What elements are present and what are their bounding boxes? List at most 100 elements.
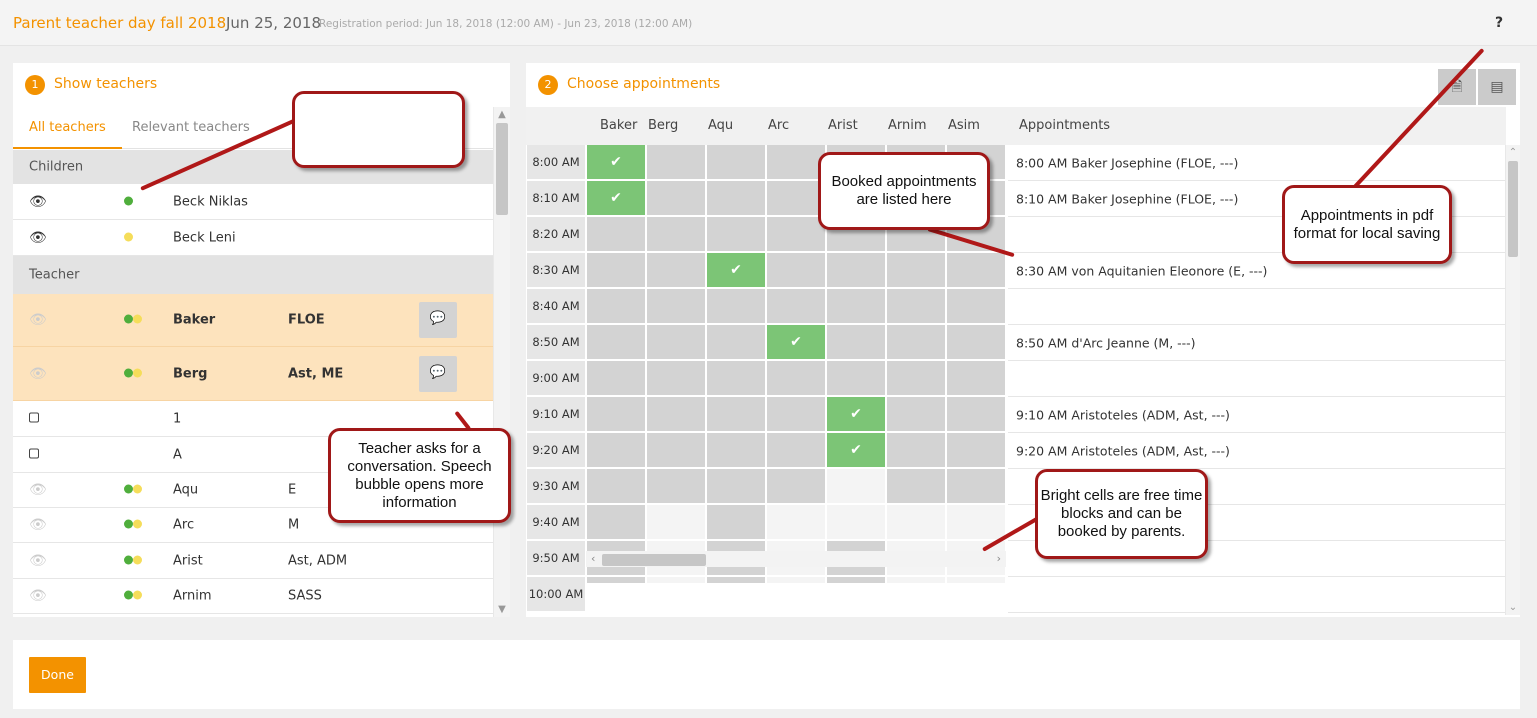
teacher-row[interactable]: 👁 Baker FLOE 💬 — [13, 294, 493, 347]
teacher-name: 1 — [173, 411, 182, 426]
booked-callout: Booked appointments are listed here — [818, 152, 990, 230]
appointment-text: 8:00 AM Baker Josephine (FLOE, ---) — [1016, 155, 1239, 170]
eye-icon[interactable]: 👁 — [29, 553, 47, 569]
speech-bubble-icon[interactable]: 💬 — [419, 302, 457, 338]
booked-slot[interactable]: ✔ — [767, 325, 825, 359]
unavailable-slot — [587, 505, 645, 539]
teacher-name: Berg — [173, 366, 208, 381]
teacher-row[interactable]: 👁 Arnim SASS — [13, 579, 493, 614]
status-dot-icon — [124, 313, 142, 328]
teacher-row[interactable]: 👁 Arist Ast, ADM — [13, 543, 493, 579]
teacher-subjects: Ast, ME — [288, 366, 344, 381]
list-scrollbar[interactable]: ▲ ▼ — [493, 107, 510, 617]
horizontal-scrollbar[interactable]: ‹ › — [586, 551, 1006, 567]
check-icon: ✔ — [730, 262, 742, 278]
status-dot-icon — [124, 553, 142, 568]
booked-slot[interactable]: ✔ — [827, 397, 885, 431]
help-button[interactable]: ? — [1495, 15, 1503, 31]
unavailable-slot — [767, 253, 825, 287]
scroll-thumb[interactable] — [602, 554, 706, 566]
list-item[interactable]: 👁 Beck Leni — [13, 220, 493, 256]
eye-icon[interactable]: 👁 — [29, 230, 47, 246]
free-slot[interactable] — [647, 505, 705, 539]
step-badge: 1 — [25, 75, 45, 95]
booked-slot[interactable]: ✔ — [707, 253, 765, 287]
unavailable-slot — [647, 145, 705, 179]
teacher-name: Arnim — [173, 588, 212, 604]
appointment-text: 9:20 AM Aristoteles (ADM, Ast, ---) — [1016, 443, 1230, 458]
unavailable-slot — [767, 361, 825, 395]
unavailable-slot — [947, 325, 1005, 359]
time-slot-label: 9:40 AM — [527, 505, 585, 539]
unavailable-slot — [647, 181, 705, 215]
unavailable-slot — [647, 469, 705, 503]
appointment-row — [1008, 577, 1505, 613]
free-slot[interactable] — [827, 505, 885, 539]
scroll-document-icon[interactable]: ▤ — [1478, 69, 1516, 105]
free-slot[interactable] — [767, 577, 825, 583]
empty-callout — [292, 91, 465, 168]
scroll-thumb[interactable] — [496, 123, 508, 215]
speech-bubble-icon[interactable]: 💬 — [419, 355, 457, 392]
time-slot-label: 9:50 AM — [527, 541, 585, 575]
unavailable-slot — [587, 253, 645, 287]
eye-icon[interactable]: 👁 — [29, 588, 47, 604]
scroll-right-icon[interactable]: › — [997, 552, 1001, 565]
eye-icon[interactable]: 👁 — [29, 194, 47, 210]
list-item[interactable]: 👁 Beck Niklas — [13, 184, 493, 220]
unavailable-slot — [827, 253, 885, 287]
eye-icon[interactable]: 👁 — [29, 366, 47, 382]
step-badge: 2 — [538, 75, 558, 95]
free-slot[interactable] — [947, 577, 1005, 583]
scroll-up-icon[interactable]: ⌃ — [1506, 147, 1520, 158]
free-slot[interactable] — [827, 469, 885, 503]
unavailable-slot — [767, 217, 825, 251]
eye-icon[interactable]: 👁 — [29, 517, 47, 533]
appointment-row: 9:20 AM Aristoteles (ADM, Ast, ---) — [1008, 433, 1505, 469]
status-dot-icon — [124, 194, 133, 209]
free-slot[interactable] — [647, 577, 705, 583]
scroll-thumb[interactable] — [1508, 161, 1518, 257]
footer: Done — [13, 640, 1520, 709]
column-header: Aqu — [708, 118, 734, 133]
booked-slot[interactable]: ✔ — [587, 181, 645, 215]
eye-icon[interactable]: 👁 — [29, 482, 47, 498]
panel-header: 2 Choose appointments — [526, 63, 1520, 107]
scroll-left-icon[interactable]: ‹ — [591, 552, 595, 565]
free-slot[interactable] — [887, 505, 945, 539]
booked-slot[interactable]: ✔ — [827, 433, 885, 467]
teacher-row[interactable]: 👁 Berg Ast, ME 💬 — [13, 347, 493, 401]
status-dot-icon — [124, 230, 133, 245]
booked-slot[interactable]: ✔ — [587, 145, 645, 179]
free-slot[interactable] — [947, 505, 1005, 539]
unavailable-slot — [947, 397, 1005, 431]
unavailable-slot — [647, 361, 705, 395]
appointment-text: 8:10 AM Baker Josephine (FLOE, ---) — [1016, 191, 1239, 206]
conversation-callout: Teacher asks for a conversation. Speech … — [328, 428, 511, 523]
event-title: Parent teacher day fall 2018 — [13, 14, 227, 32]
scroll-up-icon[interactable]: ▲ — [494, 109, 510, 120]
appointment-text: 9:10 AM Aristoteles (ADM, Ast, ---) — [1016, 407, 1230, 422]
select-checkbox[interactable] — [29, 411, 39, 426]
unavailable-slot — [647, 289, 705, 323]
unavailable-slot — [947, 469, 1005, 503]
time-slot-label: 8:40 AM — [527, 289, 585, 323]
pdf-callout: Appointments in pdf format for local sav… — [1282, 185, 1452, 264]
unavailable-slot — [947, 433, 1005, 467]
unavailable-slot — [887, 289, 945, 323]
child-name: Beck Leni — [173, 230, 236, 245]
free-slot[interactable] — [887, 577, 945, 583]
unavailable-slot — [767, 145, 825, 179]
done-button[interactable]: Done — [29, 657, 86, 693]
teacher-name: Baker — [173, 312, 216, 328]
teacher-name: Arist — [173, 553, 203, 568]
unavailable-slot — [887, 253, 945, 287]
select-checkbox[interactable] — [29, 447, 39, 462]
eye-icon[interactable]: 👁 — [29, 312, 47, 328]
grid-scrollbar[interactable]: ⌃ ⌄ — [1505, 145, 1520, 615]
tab-all-teachers[interactable]: All teachers — [13, 107, 122, 149]
free-slot[interactable] — [767, 505, 825, 539]
check-icon: ✔ — [790, 334, 802, 350]
scroll-down-icon[interactable]: ▼ — [494, 604, 510, 615]
scroll-down-icon[interactable]: ⌄ — [1506, 602, 1520, 613]
